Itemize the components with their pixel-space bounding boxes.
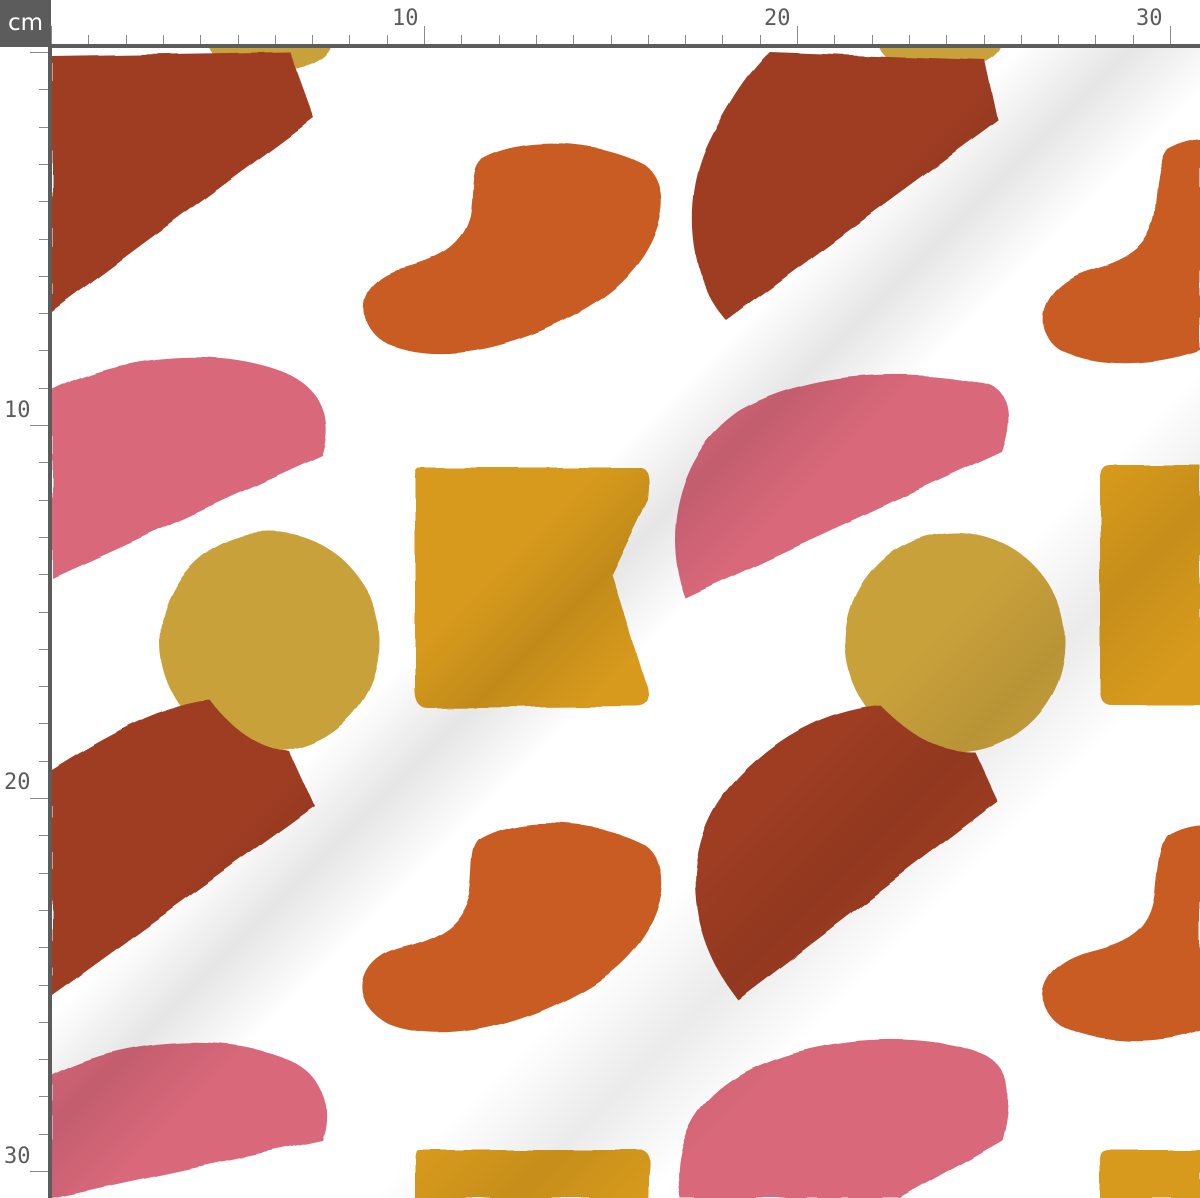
left-ruler-tick: [39, 723, 48, 725]
left-ruler-tick: [39, 387, 48, 389]
left-ruler-tick: [39, 947, 48, 949]
left-ruler-tick: [39, 1096, 48, 1098]
top-ruler-tick: [535, 35, 537, 44]
top-ruler-tick: [125, 35, 127, 44]
left-ruler-tick: [39, 163, 48, 165]
fabric-fold-shading: [52, 48, 1200, 1198]
top-ruler-tick: [1170, 26, 1171, 44]
top-ruler-label-10: 10: [392, 6, 419, 31]
left-ruler-tick: [39, 686, 48, 688]
left-ruler-tick: [39, 89, 48, 91]
top-ruler-tick: [237, 35, 239, 44]
left-ruler: [0, 47, 48, 1198]
top-ruler-tick: [200, 35, 202, 44]
top-ruler-tick: [162, 35, 164, 44]
top-ruler-tick: [983, 35, 985, 44]
left-ruler-tick: [39, 238, 48, 240]
top-ruler-tick: [834, 35, 836, 44]
top-ruler-tick: [1095, 35, 1097, 44]
left-ruler-tick: [39, 648, 48, 650]
left-ruler-tick: [39, 574, 48, 576]
top-ruler-tick: [51, 26, 52, 44]
top-ruler-tick: [1132, 35, 1134, 44]
left-ruler-tick: [39, 499, 48, 501]
left-ruler-tick: [39, 1133, 48, 1135]
left-ruler-tick: [30, 798, 48, 799]
left-ruler-label-10: 10: [4, 398, 31, 423]
left-ruler-tick: [39, 835, 48, 837]
top-ruler-tick: [759, 35, 761, 44]
top-ruler-tick: [274, 35, 276, 44]
left-ruler-label-20: 20: [4, 770, 31, 795]
left-ruler-tick: [39, 462, 48, 464]
top-ruler-tick: [610, 35, 612, 44]
left-ruler-tick: [39, 201, 48, 203]
top-ruler-tick: [88, 35, 90, 44]
top-ruler-tick: [386, 35, 388, 44]
top-ruler-tick: [647, 35, 649, 44]
top-ruler-tick: [1058, 35, 1060, 44]
left-ruler-tick: [39, 313, 48, 315]
left-ruler-tick: [39, 760, 48, 762]
top-ruler-label-30: 30: [1136, 6, 1163, 31]
left-ruler-tick: [39, 275, 48, 277]
top-ruler-tick: [312, 35, 314, 44]
left-ruler-tick: [39, 872, 48, 874]
top-ruler-tick: [349, 35, 351, 44]
top-ruler-tick: [871, 35, 873, 44]
top-ruler-tick: [797, 26, 798, 44]
top-ruler: [51, 0, 1200, 47]
top-ruler-label-20: 20: [764, 6, 791, 31]
top-ruler-tick: [461, 35, 463, 44]
fabric-swatch: [52, 48, 1200, 1198]
top-ruler-tick: [685, 35, 687, 44]
top-ruler-tick: [722, 35, 724, 44]
left-ruler-tick: [39, 536, 48, 538]
left-ruler-tick: [39, 611, 48, 613]
left-ruler-label-30: 30: [4, 1144, 31, 1169]
left-ruler-tick: [30, 52, 48, 53]
left-ruler-tick: [39, 1021, 48, 1023]
left-ruler-tick: [39, 126, 48, 128]
top-ruler-tick: [946, 35, 948, 44]
left-ruler-tick: [39, 1059, 48, 1061]
left-ruler-tick: [39, 350, 48, 352]
top-ruler-tick: [573, 35, 575, 44]
top-ruler-tick: [908, 35, 910, 44]
left-ruler-tick: [39, 984, 48, 986]
top-ruler-tick: [424, 26, 425, 44]
left-ruler-tick: [39, 909, 48, 911]
top-ruler-tick: [1020, 35, 1022, 44]
left-ruler-tick: [30, 425, 48, 426]
top-ruler-tick: [498, 35, 500, 44]
unit-label: cm: [0, 0, 51, 47]
left-ruler-tick: [30, 1171, 48, 1172]
